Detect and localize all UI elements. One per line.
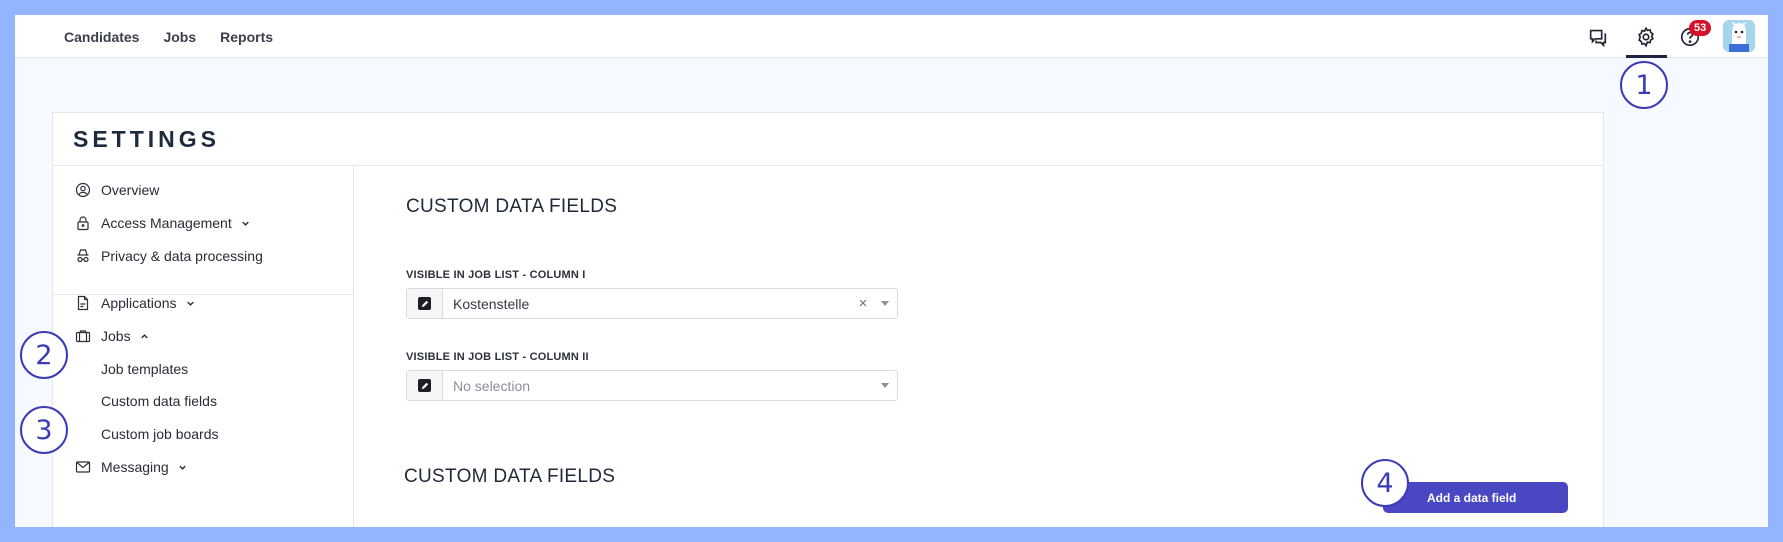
top-navigation-bar: Candidates Jobs Reports 53 (15, 15, 1768, 58)
sidebar-item-label: Access Management (101, 215, 232, 231)
sidebar-item-label: Overview (101, 182, 160, 198)
gear-icon[interactable] (1632, 23, 1660, 51)
envelope-icon (75, 459, 91, 475)
sidebar-item-label: Jobs (101, 328, 131, 344)
callout-2: 2 (20, 331, 68, 379)
chevron-down-icon[interactable] (185, 298, 196, 309)
column1-select[interactable]: Kostenstelle × (406, 288, 898, 319)
sidebar-item-label: Privacy & data processing (101, 248, 263, 264)
chevron-down-icon[interactable] (177, 462, 188, 473)
section-title: CUSTOM DATA FIELDS (406, 196, 618, 217)
document-icon (75, 295, 91, 311)
column2-label: VISIBLE IN JOB LIST - COLUMN II (406, 351, 589, 363)
sidebar-item-jobs[interactable]: Jobs (75, 324, 150, 348)
column1-label: VISIBLE IN JOB LIST - COLUMN I (406, 269, 586, 281)
callout-1: 1 (1620, 61, 1668, 109)
settings-sidebar: Overview Access Management Privacy & dat… (53, 166, 354, 527)
dropdown-arrow-icon[interactable] (873, 371, 897, 400)
edit-field-icon (407, 371, 443, 400)
dropdown-arrow-icon[interactable] (873, 289, 897, 318)
page-title: SETTINGS (73, 126, 221, 152)
sidebar-subitem-custom-data-fields[interactable]: Custom data fields (101, 389, 217, 413)
sidebar-item-overview[interactable]: Overview (75, 178, 159, 202)
briefcase-icon (75, 328, 91, 344)
chevron-down-icon[interactable] (240, 218, 251, 229)
active-tab-indicator (1626, 55, 1667, 58)
select-placeholder: No selection (453, 377, 531, 394)
edit-field-icon (407, 289, 443, 318)
lock-icon (75, 215, 91, 231)
sidebar-item-privacy[interactable]: Privacy & data processing (75, 244, 263, 268)
callout-4: 4 (1361, 459, 1409, 507)
settings-header: SETTINGS (53, 113, 1603, 166)
chat-icon[interactable] (1584, 23, 1612, 51)
select-value: Kostenstelle (453, 295, 530, 312)
sidebar-item-label: Messaging (101, 459, 169, 475)
clear-icon[interactable]: × (853, 289, 873, 318)
nav-candidates[interactable]: Candidates (64, 29, 139, 45)
sidebar-item-applications[interactable]: Applications (75, 291, 196, 315)
main-nav: Candidates Jobs Reports (64, 15, 273, 58)
notification-badge: 53 (1689, 20, 1712, 36)
nav-jobs[interactable]: Jobs (163, 29, 196, 45)
sidebar-subitem-custom-job-boards[interactable]: Custom job boards (101, 422, 219, 446)
section-title-custom-fields: CUSTOM DATA FIELDS (404, 466, 616, 487)
settings-main-content: CUSTOM DATA FIELDS VISIBLE IN JOB LIST -… (354, 166, 1604, 527)
callout-3: 3 (20, 406, 68, 454)
sidebar-subitem-job-templates[interactable]: Job templates (101, 357, 188, 381)
sidebar-item-messaging[interactable]: Messaging (75, 455, 188, 479)
column2-select[interactable]: No selection (406, 370, 898, 401)
sidebar-item-access-management[interactable]: Access Management (75, 211, 251, 235)
add-button-label: Add a data field (1427, 490, 1517, 505)
nav-reports[interactable]: Reports (220, 29, 273, 45)
app-window: Candidates Jobs Reports 53 SETTINGS Over… (15, 15, 1768, 527)
sidebar-item-label: Applications (101, 295, 177, 311)
chevron-up-icon[interactable] (139, 331, 150, 342)
add-data-field-button[interactable]: + Add a data field (1383, 482, 1568, 513)
incognito-icon (75, 248, 91, 264)
avatar[interactable] (1723, 20, 1755, 52)
user-circle-icon (75, 182, 91, 198)
